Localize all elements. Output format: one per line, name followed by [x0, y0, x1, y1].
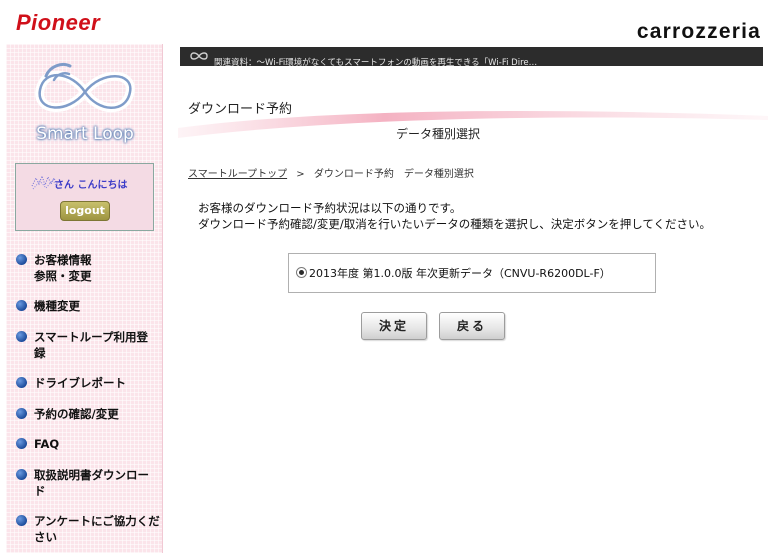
sidebar-item-label: 予約の確認/変更: [34, 407, 119, 421]
sidebar-item-label: FAQ: [34, 437, 60, 451]
bullet-icon: [16, 377, 27, 388]
breadcrumb-home-link[interactable]: スマートループトップ: [188, 169, 287, 180]
greeting-text: さん こんにちは: [54, 180, 128, 191]
bullet-icon: [16, 515, 27, 526]
sidebar: Smart Loop さん こんにちは logout お客様情報 参照・変更 機種…: [6, 44, 163, 553]
info-line-2: ダウンロード予約確認/変更/取消を行いたいデータの種類を選択し、決定ボタンを押し…: [198, 217, 712, 231]
sidebar-item-manual-download[interactable]: 取扱説明書ダウンロード: [16, 467, 161, 499]
bullet-icon: [16, 438, 27, 449]
pioneer-logo: Pioneer: [16, 10, 101, 35]
sidebar-item-drive-report[interactable]: ドライブレポート: [16, 375, 161, 391]
sidebar-item-label: 取扱説明書ダウンロード: [34, 468, 149, 498]
infinity-loop-icon: [190, 52, 208, 60]
logout-button[interactable]: logout: [60, 201, 110, 221]
info-text: お客様のダウンロード予約状況は以下の通りです。 ダウンロード予約確認/変更/取消…: [198, 200, 711, 232]
bullet-icon: [16, 331, 27, 342]
sidebar-item-label: アンケートにご協力くだ さい: [34, 514, 160, 544]
sidebar-item-label: ドライブレポート: [34, 376, 126, 390]
confirm-button[interactable]: 決定: [361, 312, 427, 340]
bullet-icon: [16, 408, 27, 419]
sidebar-item-label: 機種変更: [34, 299, 80, 313]
bullet-icon: [16, 254, 27, 265]
smart-loop-logo-text: Smart Loop: [36, 124, 134, 144]
infinity-loop-icon: [35, 62, 135, 113]
banner-text[interactable]: 関連資料：～Wi-Fi環境がなくてもスマートフォンの動画を再生できる「Wi-Fi…: [214, 56, 537, 68]
sidebar-item-label: お客様情報 参照・変更: [34, 253, 92, 283]
carrozzeria-logo: carrozzeria: [636, 20, 761, 43]
news-banner[interactable]: 関連資料：～Wi-Fi環境がなくてもスマートフォンの動画を再生できる「Wi-Fi…: [180, 47, 763, 68]
page-title: ダウンロード予約: [188, 102, 293, 117]
breadcrumb-separator: >: [296, 169, 305, 180]
data-type-selection-box: 2013年度 第1.0.0版 年次更新データ（CNVU-R6200DL-F）: [288, 253, 656, 293]
sidebar-item-label: スマートループ利用登録: [34, 330, 148, 360]
sidebar-item-model-change[interactable]: 機種変更: [16, 298, 161, 314]
bullet-icon: [16, 469, 27, 480]
sidebar-item-reservation[interactable]: 予約の確認/変更: [16, 406, 161, 422]
data-type-option-label[interactable]: 2013年度 第1.0.0版 年次更新データ（CNVU-R6200DL-F）: [309, 265, 611, 281]
sidebar-item-survey[interactable]: アンケートにご協力くだ さい: [16, 513, 161, 545]
info-line-1: お客様のダウンロード予約状況は以下の通りです。: [198, 201, 462, 215]
sidebar-item-customer-info[interactable]: お客様情報 参照・変更: [16, 252, 161, 284]
sidebar-item-smartloop-registration[interactable]: スマートループ利用登録: [16, 329, 161, 361]
sidebar-item-faq[interactable]: FAQ: [16, 436, 161, 452]
breadcrumb: スマートループトップ > ダウンロード予約 データ種別選択: [188, 165, 474, 180]
greeting-box: さん こんにちは logout: [15, 163, 154, 231]
data-type-radio[interactable]: [296, 267, 307, 278]
back-button[interactable]: 戻る: [439, 312, 505, 340]
page-subtitle: データ種別選択: [396, 127, 481, 141]
breadcrumb-current: ダウンロード予約 データ種別選択: [313, 169, 474, 180]
bullet-icon: [16, 300, 27, 311]
smart-loop-logo[interactable]: Smart Loop: [24, 54, 146, 150]
